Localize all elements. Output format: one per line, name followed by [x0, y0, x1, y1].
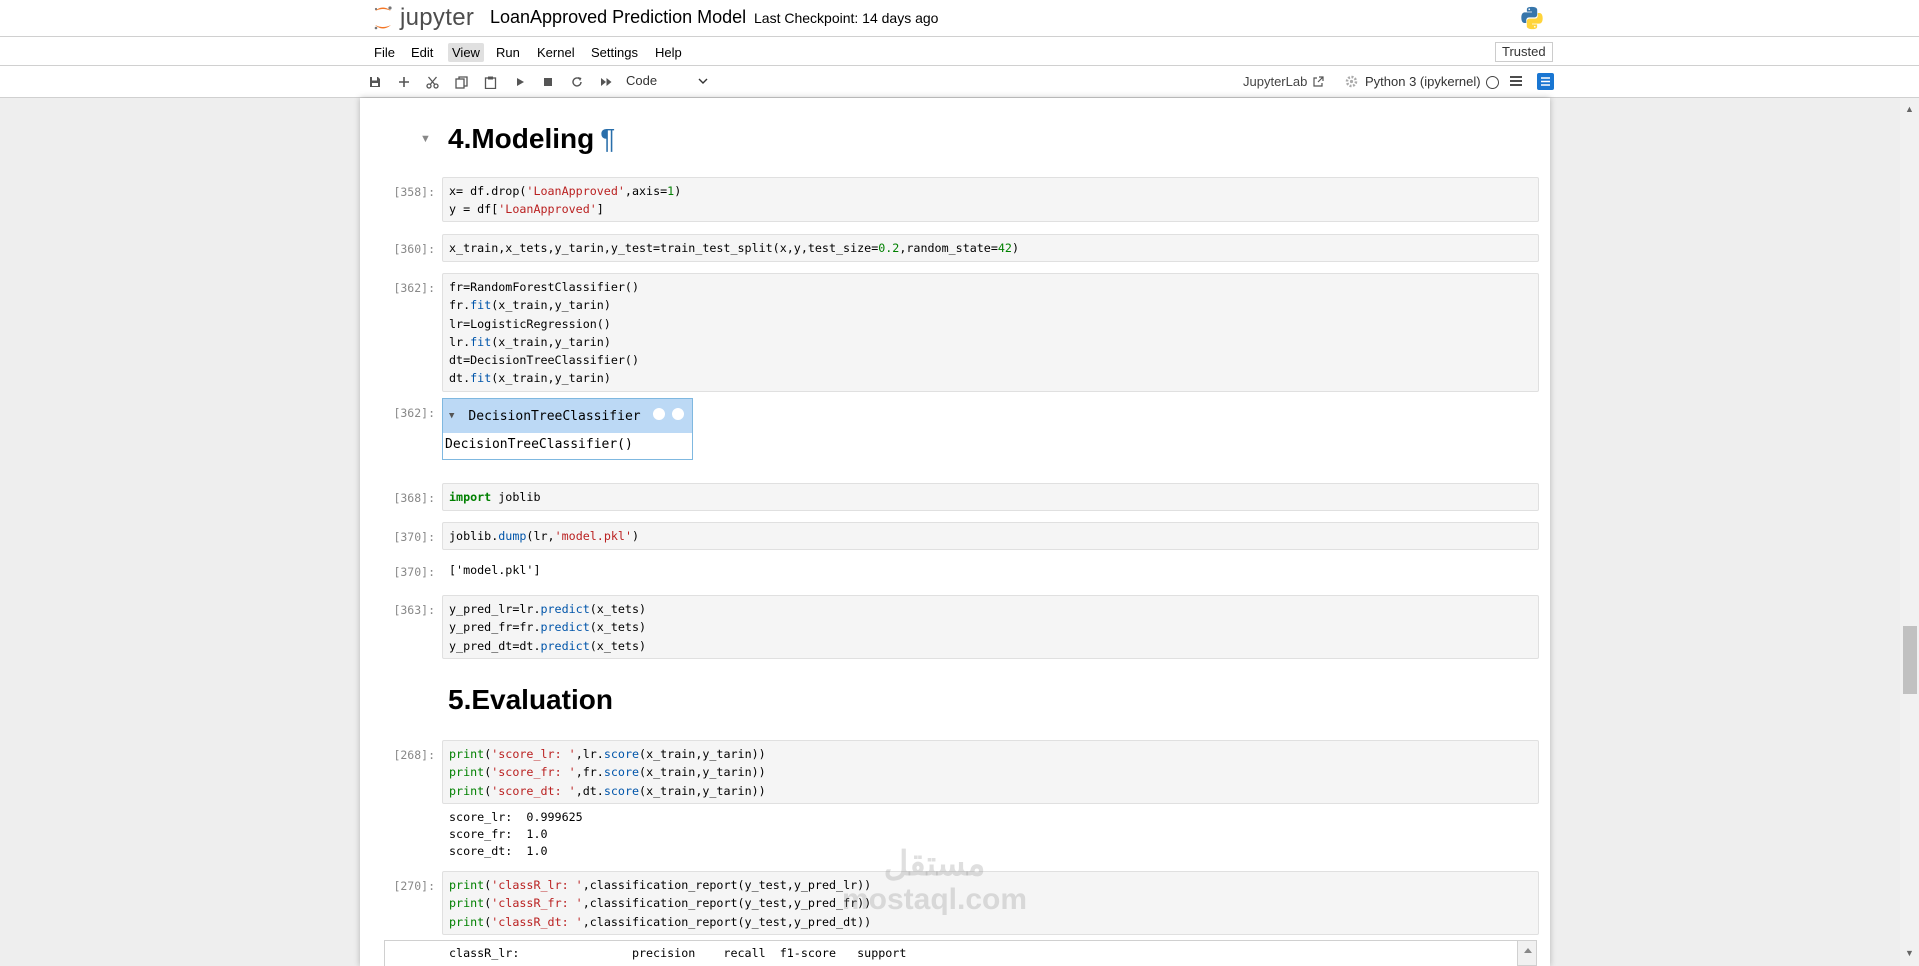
add-cell-icon[interactable] — [395, 73, 413, 91]
code-cell[interactable]: import joblib — [442, 483, 1539, 511]
cell-prompt: [268]: — [393, 748, 435, 762]
cut-icon[interactable] — [423, 73, 441, 91]
save-icon[interactable] — [366, 73, 384, 91]
page-scrollbar[interactable] — [1900, 98, 1919, 966]
code-cell[interactable]: x= df.drop('LoanApproved',axis=1) y = df… — [442, 177, 1539, 222]
menubar: File Edit View Run Kernel Settings Help … — [0, 36, 1919, 66]
score-line: score_fr: 1.0 — [449, 827, 548, 841]
output-text: score_lr: 0.999625 score_fr: 1.0 score_d… — [449, 809, 583, 860]
heading-evaluation: 5.Evaluation — [448, 684, 613, 715]
jupyterlab-label: JupyterLab — [1243, 74, 1308, 89]
watermark: مستقل mostaql.com — [842, 846, 1027, 918]
menu-help[interactable]: Help — [651, 43, 686, 62]
collapse-heading-icon[interactable]: ▼ — [420, 133, 431, 145]
cell-prompt: [370]: — [393, 530, 435, 544]
cell-type-value: Code — [626, 73, 658, 88]
logo-text: jupyter — [400, 4, 475, 31]
cell-prompt: [362]: — [393, 406, 435, 420]
scrolled-output[interactable]: classR_lr: precision recall f1-score sup… — [384, 940, 1518, 966]
python-logo-icon — [1521, 6, 1543, 30]
cell-prompt: [358]: — [393, 185, 435, 199]
status-icon — [671, 407, 685, 421]
cell-prompt: [362]: — [393, 281, 435, 295]
scroll-down-icon[interactable]: ▼ — [1905, 948, 1914, 958]
cell-prompt: [370]: — [393, 565, 435, 579]
cell-prompt: [363]: — [393, 603, 435, 617]
scrollbar-thumb[interactable] — [1903, 626, 1917, 694]
paste-icon[interactable] — [481, 73, 499, 91]
expand-triangle-icon[interactable]: ▼ — [449, 411, 454, 421]
code-cell[interactable]: print('score_lr: ',lr.score(x_train,y_ta… — [442, 740, 1539, 804]
menu-edit[interactable]: Edit — [407, 43, 437, 62]
menu-icon[interactable] — [1509, 74, 1523, 88]
cell-prompt: [360]: — [393, 242, 435, 256]
menu-settings[interactable]: Settings — [587, 43, 642, 62]
heading-anchor-link[interactable]: ¶ — [600, 123, 615, 154]
header: jupyter LoanApproved Prediction Model La… — [0, 0, 1919, 36]
code-cell[interactable]: y_pred_lr=lr.predict(x_tets) y_pred_fr=f… — [442, 595, 1539, 659]
cell-prompt: [368]: — [393, 491, 435, 505]
stop-icon[interactable] — [539, 73, 557, 91]
menu-view[interactable]: View — [448, 43, 484, 62]
report-header: classR_lr: precision recall f1-score sup… — [449, 946, 907, 960]
scroll-up-icon[interactable]: ▲ — [1905, 104, 1914, 114]
trusted-badge[interactable]: Trusted — [1495, 42, 1553, 62]
estimator-widget[interactable]: ▼ DecisionTreeClassifier DecisionTreeCla… — [442, 398, 693, 460]
code-cell[interactable]: joblib.dump(lr,'model.pkl') — [442, 522, 1539, 550]
menu-run[interactable]: Run — [492, 43, 524, 62]
notebook-title[interactable]: LoanApproved Prediction Model — [490, 7, 746, 28]
heading-modeling-text: 4.Modeling — [448, 123, 595, 154]
jupyter-logo[interactable]: jupyter — [372, 4, 474, 32]
output-text: ['model.pkl'] — [449, 563, 541, 577]
code-cell[interactable]: fr=RandomForestClassifier() fr.fit(x_tra… — [442, 273, 1539, 392]
estimator-name: DecisionTreeClassifier — [468, 408, 641, 424]
chevron-down-icon — [698, 78, 708, 84]
help-icon[interactable] — [652, 407, 666, 421]
restart-icon[interactable] — [568, 73, 586, 91]
watermark-arabic: مستقل — [883, 845, 986, 883]
score-line: score_lr: 0.999625 — [449, 810, 583, 824]
menu-file[interactable]: File — [370, 43, 399, 62]
cell-prompt: [270]: — [393, 879, 435, 893]
score-line: score_dt: 1.0 — [449, 844, 548, 858]
estimator-repr: DecisionTreeClassifier() — [445, 437, 633, 452]
table-of-contents-icon[interactable] — [1537, 73, 1554, 90]
kernel-name[interactable]: Python 3 (ipykernel) — [1365, 74, 1481, 89]
external-link-icon — [1313, 75, 1324, 87]
fast-forward-icon[interactable] — [597, 73, 615, 91]
run-icon[interactable] — [511, 73, 529, 91]
checkpoint-status: Last Checkpoint: 14 days ago — [754, 10, 939, 26]
copy-icon[interactable] — [452, 73, 470, 91]
kernel-status-icon — [1486, 76, 1499, 89]
scroll-up-icon[interactable] — [1519, 945, 1537, 955]
cell-type-select[interactable]: Code — [626, 73, 710, 91]
gear-icon[interactable] — [1345, 75, 1358, 88]
menu-kernel[interactable]: Kernel — [533, 43, 579, 62]
code-cell[interactable]: x_train,x_tets,y_tarin,y_test=train_test… — [442, 234, 1539, 262]
output-scrollbar[interactable] — [1517, 940, 1537, 966]
watermark-url: mostaql.com — [842, 883, 1028, 916]
jupyter-logo-icon — [374, 6, 392, 30]
toolbar: Code JupyterLab Python 3 (ipykernel) — [0, 66, 1919, 98]
heading-modeling: 4.Modeling ¶ — [448, 123, 615, 155]
jupyterlab-link[interactable]: JupyterLab — [1243, 74, 1358, 89]
